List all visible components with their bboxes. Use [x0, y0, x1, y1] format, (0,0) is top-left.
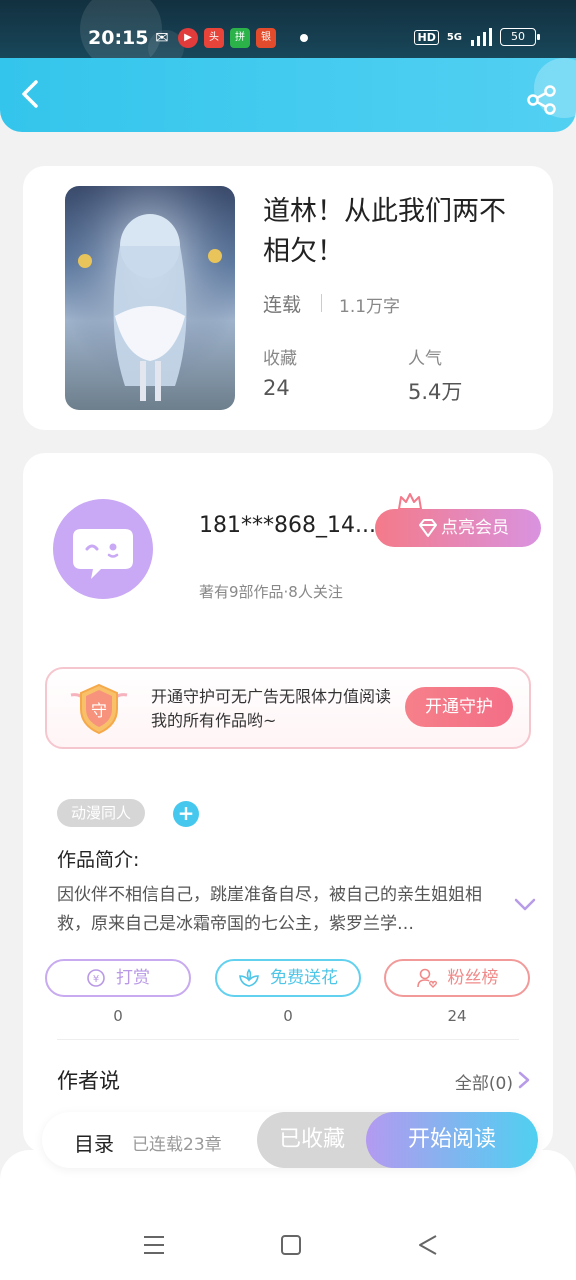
open-guard-button[interactable]: 开通守护	[405, 687, 513, 727]
reward-count: 0	[113, 1007, 123, 1025]
hd-badge: HD	[414, 29, 439, 45]
guard-description: 开通守护可无广告无限体力值阅读我的所有作品哟~	[151, 687, 392, 730]
fan-count: 24	[447, 1007, 467, 1025]
bank-app-icon: 银	[256, 28, 276, 48]
battery-icon: 50	[500, 28, 540, 46]
intro-text[interactable]: 因伙伴不相信自己，跳崖准备自尽，被自己的亲生姐姐相救，原来自己是冰霜帝国的七公主…	[57, 881, 497, 939]
signal-icon	[471, 28, 492, 46]
wechat-icon: ✉	[155, 28, 169, 47]
system-nav-bar	[0, 1150, 576, 1280]
svg-text:¥: ¥	[93, 974, 99, 985]
author-card: 181***868_14... 著有9部作品·8人关注 点亮会员 守 开通守护可…	[23, 453, 553, 1153]
collected-label: 已收藏	[278, 1127, 345, 1152]
back-triangle-icon[interactable]	[415, 1232, 441, 1258]
collect-label: 收藏	[263, 349, 297, 369]
divider	[321, 294, 322, 312]
status-time: 20:15	[88, 27, 149, 49]
video-app-icon: ▶	[178, 28, 198, 48]
start-reading-button[interactable]: 开始阅读	[366, 1112, 538, 1168]
flower-icon	[239, 968, 259, 987]
top-header	[0, 58, 576, 132]
status-indicators: HD 5G 50	[414, 28, 540, 46]
genre-tag[interactable]: 动漫同人	[57, 799, 146, 827]
guard-promo-banner: 守 开通守护可无广告无限体力值阅读我的所有作品哟~ 开通守护	[45, 667, 531, 749]
coin-icon: ¥	[87, 969, 105, 987]
author-says-title: 作者说	[57, 1069, 120, 1093]
reward-button[interactable]: ¥ 打赏	[45, 959, 191, 997]
book-cover-image[interactable]	[65, 186, 235, 410]
avatar[interactable]	[53, 499, 153, 599]
more-notifications-dot	[300, 34, 308, 42]
divider	[57, 1039, 519, 1040]
notification-app-icons: ✉ ▶ 头 拼 银	[152, 28, 308, 48]
diamond-icon	[419, 519, 437, 537]
add-tag-button[interactable]: +	[173, 801, 199, 827]
popularity-count: 5.4万	[408, 380, 463, 404]
menu-icon[interactable]	[141, 1232, 167, 1258]
share-icon[interactable]	[526, 84, 558, 116]
fan-rank-button[interactable]: 粉丝榜	[384, 959, 530, 997]
book-word-count: 1.1万字	[339, 297, 401, 317]
svg-text:守: 守	[91, 701, 107, 720]
guard-shield-icon: 守	[70, 683, 128, 735]
reward-label: 打赏	[116, 968, 150, 988]
chevron-down-icon[interactable]	[513, 897, 537, 913]
crown-icon	[398, 493, 422, 510]
flower-count: 0	[283, 1007, 293, 1025]
vip-button[interactable]: 点亮会员	[375, 509, 541, 547]
back-arrow-icon[interactable]	[14, 76, 50, 112]
send-flower-button[interactable]: 免费送花	[215, 959, 361, 997]
author-meta: 著有9部作品·8人关注	[199, 583, 343, 601]
cover-illustration	[65, 186, 235, 410]
news-app-icon: 头	[204, 28, 224, 48]
toc-chapter-count: 已连载23章	[132, 1135, 222, 1155]
bottom-action-bar: 目录 已连载23章 已收藏 开始阅读	[42, 1112, 538, 1168]
book-info-card: 道林！从此我们两不相欠！ 连载 1.1万字 收藏 24 人气 5.4万	[23, 166, 553, 430]
home-icon[interactable]	[278, 1232, 304, 1258]
user-heart-icon	[416, 968, 437, 988]
fan-rank-label: 粉丝榜	[447, 968, 499, 988]
popularity-label: 人气	[408, 349, 442, 369]
author-says-all-link[interactable]: 全部(0)	[455, 1069, 513, 1094]
intro-title: 作品简介:	[57, 849, 140, 871]
network-label: 5G	[446, 31, 462, 43]
shopping-app-icon: 拼	[230, 28, 250, 48]
vip-button-label: 点亮会员	[441, 518, 509, 538]
send-flower-label: 免费送花	[270, 968, 338, 988]
chat-bubble-icon	[73, 529, 133, 579]
status-bar: 20:15 ✉ ▶ 头 拼 银 HD 5G 50	[0, 0, 576, 70]
book-status: 连载	[263, 294, 302, 316]
chevron-right-icon[interactable]	[517, 1071, 531, 1089]
collect-count: 24	[263, 376, 290, 400]
author-name[interactable]: 181***868_14...	[199, 513, 379, 538]
toc-button[interactable]: 目录	[74, 1128, 114, 1157]
book-title: 道林！从此我们两不相欠！	[263, 196, 506, 267]
